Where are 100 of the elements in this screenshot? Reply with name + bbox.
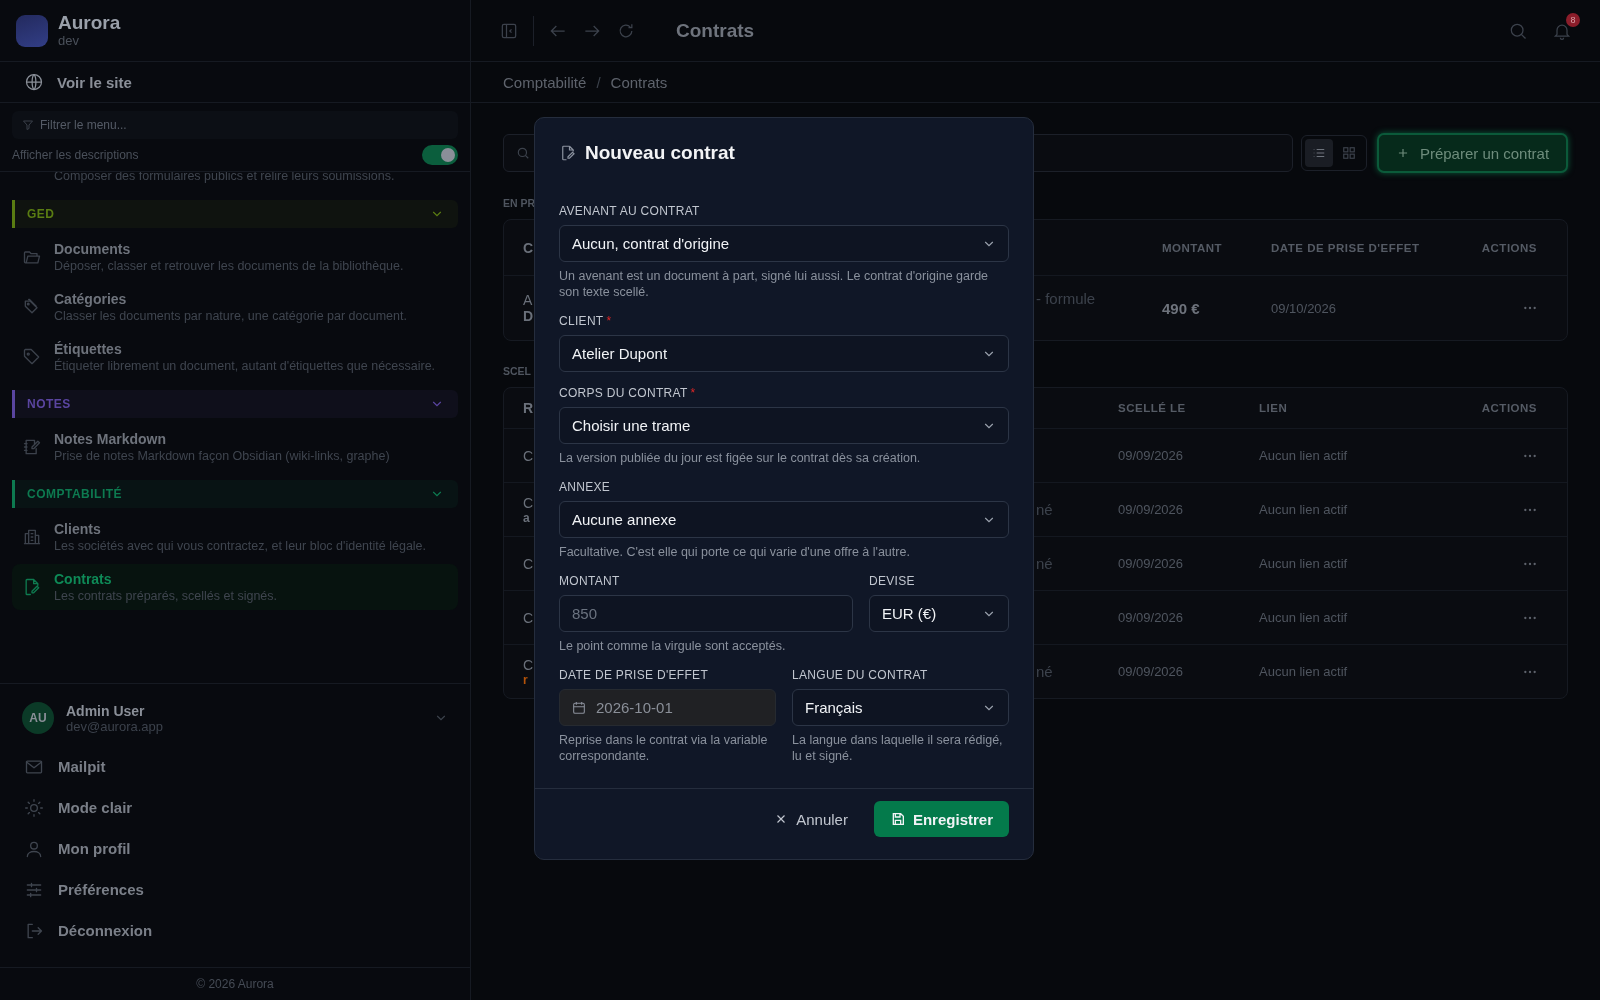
descriptions-switch[interactable] bbox=[422, 145, 458, 165]
grid-icon bbox=[1342, 146, 1356, 160]
field-help-text: La langue dans laquelle il sera rédigé, lu et signé. bbox=[792, 732, 1004, 764]
more-actions-icon[interactable] bbox=[1523, 507, 1537, 512]
column-header: SCELLÉ LE bbox=[1118, 402, 1187, 414]
column-header: LIEN bbox=[1259, 402, 1289, 414]
field-label: DATE DE PRISE D'EFFET bbox=[559, 668, 709, 682]
table-cell-text: 09/09/2026 bbox=[1118, 610, 1185, 625]
menu-group-header[interactable]: COMPTABILITÉ bbox=[12, 480, 458, 508]
user-avatar: AU bbox=[22, 702, 54, 734]
more-actions-icon[interactable] bbox=[1523, 561, 1537, 566]
sun-icon bbox=[24, 797, 44, 818]
user-menu[interactable]: AU Admin User dev@aurora.app bbox=[12, 698, 458, 746]
table-cell-text: C bbox=[523, 494, 535, 511]
menu-link[interactable]: Mode clair bbox=[12, 787, 458, 828]
table-cell: né bbox=[1036, 663, 1053, 680]
table-cell-text: a bbox=[523, 510, 531, 525]
table-cell-text: 09/10/2026 bbox=[1271, 300, 1338, 316]
column-header: DATE DE PRISE D'EFFET bbox=[1271, 241, 1421, 254]
notification-count: 8 bbox=[1566, 12, 1580, 27]
table-cell-text: C bbox=[523, 656, 535, 673]
table-cell-text: C bbox=[523, 555, 535, 572]
field-label: CORPS DU CONTRAT bbox=[559, 386, 688, 400]
table-cell-text: Aucun lien actif bbox=[1259, 502, 1349, 517]
search-icon bbox=[516, 146, 530, 160]
descriptions-label: Afficher les descriptions bbox=[12, 148, 139, 162]
copyright-text: © 2026 Aurora bbox=[196, 977, 274, 991]
table-cell-text: 09/09/2026 bbox=[1118, 502, 1185, 517]
app-environment: dev bbox=[58, 33, 80, 48]
menu-item[interactable]: Étiquettes Étiqueter librement un document, autant d'étiquettes que nécessaire. bbox=[12, 334, 458, 380]
menu-item[interactable]: Catégories Classer les documents par nature, une catégorie par document. bbox=[12, 284, 458, 330]
section-label: EN PR bbox=[503, 197, 537, 209]
field-help-text: Un avenant est un document à part, signé lui aussi. Le contrat d'origine garde son texte scellé. bbox=[559, 268, 990, 300]
field-help-text: La version publiée du jour est figée sur le contrat dès sa création. bbox=[559, 450, 922, 466]
menu-group-header[interactable]: NOTES bbox=[12, 390, 458, 418]
select-field[interactable]: Aucune annexe bbox=[559, 501, 1009, 538]
dialog-title: Nouveau contrat bbox=[585, 142, 735, 164]
menu-link[interactable]: Préférences bbox=[12, 869, 458, 910]
column-header: ACTIONS bbox=[1481, 402, 1538, 414]
menu-item[interactable]: Contrats Les contrats préparés, scellés et signés. bbox=[12, 564, 458, 610]
field-help-text: Le point comme la virgule sont acceptés. bbox=[559, 638, 787, 654]
cancel-button[interactable]: Annuler bbox=[768, 801, 854, 837]
save-button[interactable]: Enregistrer bbox=[873, 801, 1009, 837]
table-cell-text: Aucun lien actif bbox=[1259, 610, 1349, 625]
menu-group-header[interactable]: GED bbox=[12, 200, 458, 228]
prepare-contract-button[interactable]: Préparer un contrat bbox=[1377, 133, 1568, 173]
required-mark: * bbox=[690, 386, 696, 400]
amount-field[interactable]: 850 bbox=[559, 595, 853, 632]
table-cell-text: Aucun lien actif bbox=[1259, 448, 1349, 463]
table-cell-text: C bbox=[523, 609, 535, 626]
menu-link[interactable]: Déconnexion bbox=[12, 910, 458, 951]
menu-filter-field[interactable]: Filtrer le menu... bbox=[12, 111, 458, 139]
view-site-link[interactable]: Voir le site bbox=[0, 62, 470, 103]
table-cell-text: 490 € bbox=[1162, 299, 1201, 317]
list-view-button[interactable] bbox=[1305, 139, 1333, 167]
menu-item[interactable]: Notes Markdown Prise de notes Markdown façon Obsidian (wiki-links, graphe) bbox=[12, 424, 458, 470]
table-cell-text: 09/09/2026 bbox=[1118, 448, 1185, 463]
required-mark: * bbox=[606, 314, 612, 328]
menu-link[interactable]: Mon profil bbox=[12, 828, 458, 869]
column-header: R bbox=[522, 400, 535, 416]
table-cell-text: D bbox=[523, 308, 535, 324]
menu-item[interactable]: Documents Déposer, classer et retrouver les documents de la bibliothèque. bbox=[12, 234, 458, 280]
table-cell-text: Aucun lien actif bbox=[1259, 664, 1349, 679]
table-cell-text: A bbox=[523, 292, 534, 308]
field-label: DEVISE bbox=[869, 574, 915, 588]
breadcrumb-separator: / bbox=[596, 73, 601, 91]
menu-link[interactable]: Mailpit bbox=[12, 746, 458, 787]
table-cell-text: r bbox=[523, 672, 529, 687]
select-field[interactable]: Aucun, contrat d'origine bbox=[559, 225, 1009, 262]
note-icon bbox=[22, 437, 42, 457]
table-cell: né bbox=[1036, 501, 1053, 518]
table-cell: - formule bbox=[1036, 290, 1096, 307]
field-help-text: Reprise dans le contrat via la variable correspondante. bbox=[559, 732, 769, 764]
more-actions-icon[interactable] bbox=[1523, 453, 1537, 458]
table-cell-text: Aucun lien actif bbox=[1259, 556, 1349, 571]
select-field[interactable]: Atelier Dupont bbox=[559, 335, 1009, 372]
calendar-icon bbox=[571, 699, 587, 716]
select-field[interactable]: Français bbox=[792, 689, 1009, 726]
table-cell: né bbox=[1036, 555, 1053, 572]
app-logo bbox=[16, 14, 48, 47]
globe-icon bbox=[24, 72, 44, 92]
column-header: ACTIONS bbox=[1481, 241, 1538, 254]
field-help-text: Facultative. C'est elle qui porte ce qui varie d'une offre à l'autre. bbox=[559, 544, 911, 560]
building-icon bbox=[22, 527, 42, 547]
breadcrumb-link[interactable]: Contrats bbox=[610, 73, 668, 91]
menu-item[interactable]: Clients Les sociétés avec qui vous contractez, et leur bloc d'identité légale. bbox=[12, 514, 458, 560]
more-actions-icon[interactable] bbox=[1523, 306, 1537, 310]
select-field[interactable]: Choisir une trame bbox=[559, 407, 1009, 444]
column-header: C bbox=[522, 239, 535, 256]
app-name: Aurora bbox=[58, 13, 121, 33]
select-field[interactable]: EUR (€) bbox=[869, 595, 1009, 632]
column-header: MONTANT bbox=[1162, 241, 1224, 254]
filter-icon bbox=[22, 119, 34, 131]
more-actions-icon[interactable] bbox=[1523, 669, 1537, 674]
more-actions-icon[interactable] bbox=[1523, 615, 1537, 620]
field-label: CLIENT bbox=[559, 314, 604, 328]
breadcrumb-link[interactable]: Comptabilité bbox=[503, 73, 587, 91]
tag-icon bbox=[22, 347, 42, 367]
field-label: MONTANT bbox=[559, 574, 620, 588]
table-cell-text: C bbox=[523, 447, 535, 464]
